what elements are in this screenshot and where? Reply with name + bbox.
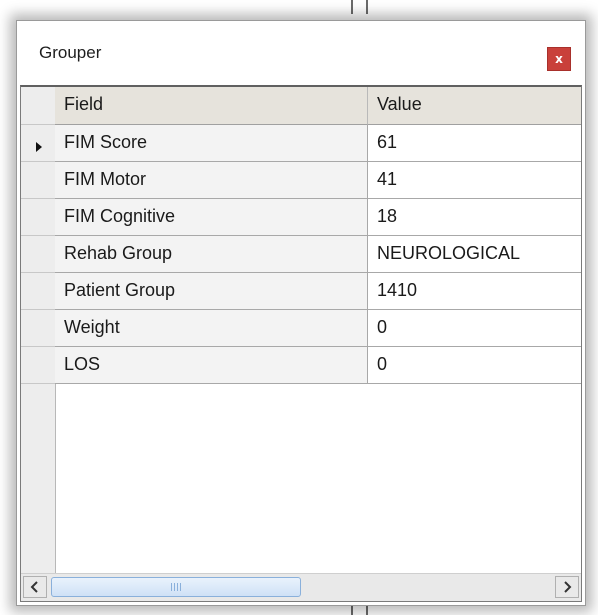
column-header-field[interactable]: Field (55, 87, 368, 125)
chevron-right-icon (564, 581, 572, 593)
background-line (366, 0, 368, 14)
value-cell[interactable]: 18 (368, 199, 581, 235)
table-row[interactable]: FIM Motor 41 (55, 162, 581, 199)
table-row[interactable]: FIM Cognitive 18 (55, 199, 581, 236)
row-header-column (21, 87, 56, 573)
field-cell[interactable]: FIM Cognitive (55, 199, 368, 235)
close-button[interactable]: x (547, 47, 571, 71)
value-cell[interactable]: 1410 (368, 273, 581, 309)
row-header-separator (21, 124, 55, 125)
chevron-left-icon (30, 581, 38, 593)
column-header-value[interactable]: Value (368, 87, 581, 125)
scroll-right-button[interactable] (555, 576, 579, 598)
row-header-separator (21, 272, 55, 273)
horizontal-scrollbar[interactable] (21, 573, 581, 601)
window-title: Grouper (39, 43, 102, 62)
row-header-separator (21, 346, 55, 347)
value-cell[interactable]: 0 (368, 347, 581, 383)
grip-icon (171, 583, 181, 591)
close-icon: x (555, 52, 563, 66)
scroll-thumb[interactable] (51, 577, 301, 597)
background-line (351, 0, 353, 14)
row-header-separator (21, 383, 55, 384)
field-cell[interactable]: LOS (55, 347, 368, 383)
field-cell[interactable]: FIM Score (55, 125, 368, 161)
field-cell[interactable]: Patient Group (55, 273, 368, 309)
row-header-separator (21, 198, 55, 199)
scroll-left-button[interactable] (23, 576, 47, 598)
grouper-window: Grouper x Field Value FIM Score 61 FIM Mot… (16, 20, 586, 606)
value-cell[interactable]: 61 (368, 125, 581, 161)
value-cell[interactable]: NEUROLOGICAL (368, 236, 581, 272)
value-cell[interactable]: 41 (368, 162, 581, 198)
table-row[interactable]: Patient Group 1410 (55, 273, 581, 310)
title-bar[interactable]: Grouper x (17, 21, 585, 85)
current-row-arrow-icon (36, 142, 42, 152)
value-cell[interactable]: 0 (368, 310, 581, 346)
table-row[interactable]: Rehab Group NEUROLOGICAL (55, 236, 581, 273)
property-grid: Field Value FIM Score 61 FIM Motor 41 FIM Co… (20, 85, 582, 602)
field-cell[interactable]: Rehab Group (55, 236, 368, 272)
table-row[interactable]: Weight 0 (55, 310, 581, 347)
field-cell[interactable]: Weight (55, 310, 368, 346)
row-header-separator (21, 309, 55, 310)
table-row[interactable]: LOS 0 (55, 347, 581, 384)
row-header-separator (21, 235, 55, 236)
field-cell[interactable]: FIM Motor (55, 162, 368, 198)
table-row[interactable]: FIM Score 61 (55, 125, 581, 162)
row-header-separator (21, 161, 55, 162)
